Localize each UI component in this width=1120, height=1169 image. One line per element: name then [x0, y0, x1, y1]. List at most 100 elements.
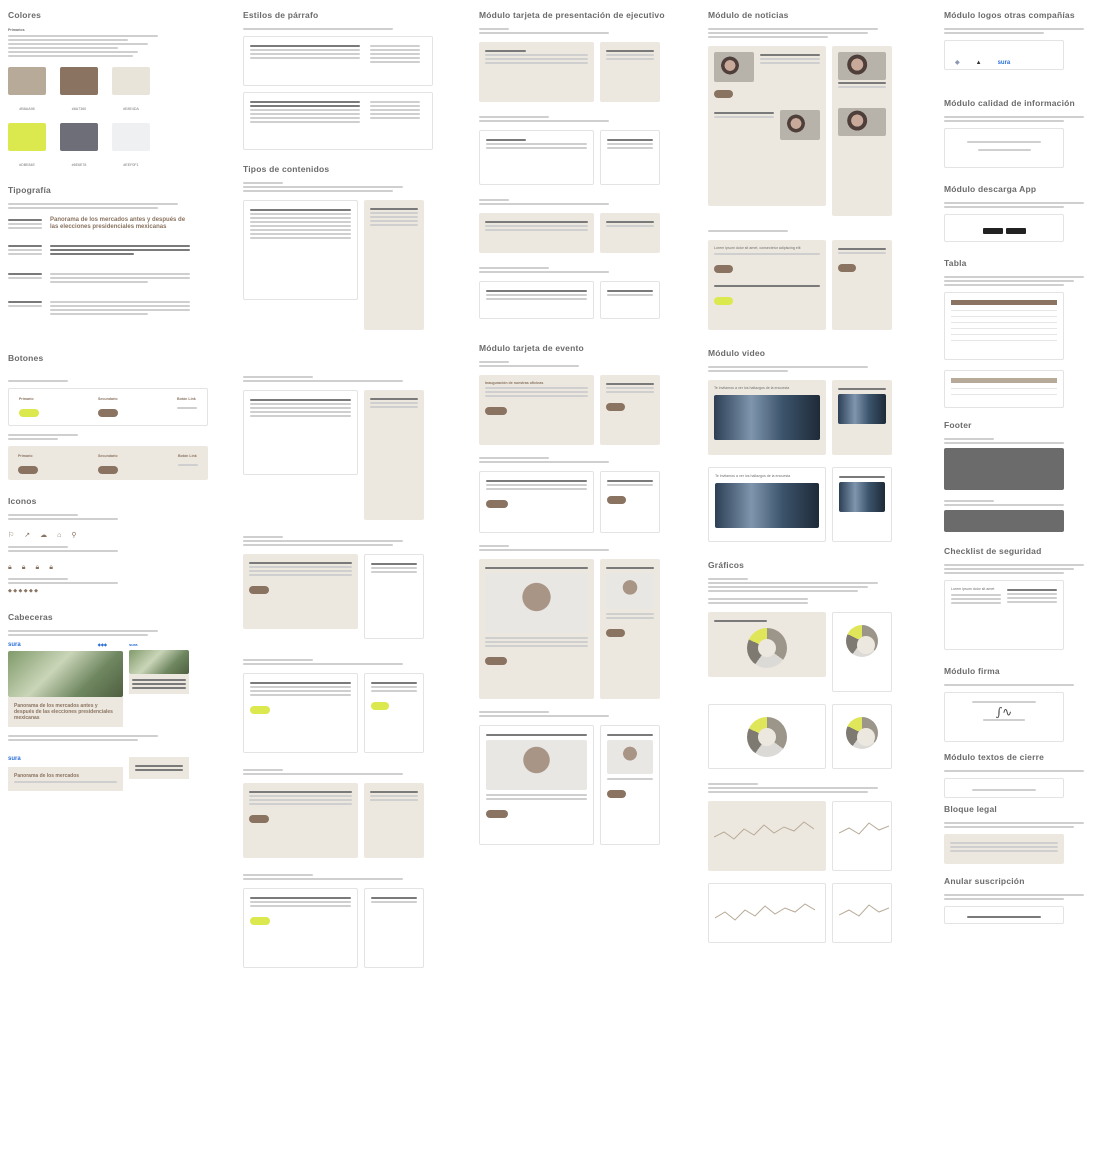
color-swatch — [60, 123, 98, 152]
line-chart — [714, 903, 816, 921]
event-button[interactable] — [606, 629, 625, 637]
swatch-label: #E8E4DA — [123, 107, 139, 112]
lock-icon: 🔒︎ — [35, 564, 40, 572]
news-button[interactable] — [714, 90, 733, 98]
boton-primario-label: Primario — [18, 454, 33, 459]
section-title-checklist: Checklist de seguridad — [944, 546, 1042, 556]
lock-icon: ⌂ — [57, 532, 62, 540]
event-button[interactable] — [607, 790, 626, 798]
sura-logo: sura — [997, 60, 1011, 66]
event-button[interactable] — [486, 810, 508, 818]
column-cards: Módulo tarjeta de presentación de ejecut… — [479, 0, 669, 1169]
news-button[interactable] — [714, 265, 733, 274]
section-title-colores: Colores — [8, 10, 42, 20]
sura-logo: sura — [129, 642, 138, 648]
section-title-tipografia: Tipografía — [8, 185, 51, 196]
section-title-graficos: Gráficos — [708, 560, 745, 570]
donut-chart — [747, 628, 787, 668]
section-title-tarjeta-evento: Módulo tarjeta de evento — [479, 343, 584, 353]
card-button[interactable] — [250, 917, 270, 925]
table-sample — [944, 370, 1064, 408]
section-title-textos-cierre: Módulo textos de cierre — [944, 752, 1045, 762]
sura-logo: sura — [8, 756, 21, 763]
news-button[interactable] — [714, 297, 733, 306]
event-button[interactable] — [485, 407, 507, 415]
section-title-calidad: Módulo calidad de información — [944, 98, 1075, 108]
section-title-video: Módulo video — [708, 348, 766, 358]
card-button[interactable] — [250, 706, 270, 714]
donut-chart — [846, 717, 878, 749]
lock-icon: 🔒︎ — [21, 564, 26, 572]
color-swatch — [112, 67, 150, 96]
event-button[interactable] — [607, 496, 626, 504]
color-swatch — [8, 123, 46, 152]
secondary-button-sample[interactable] — [98, 409, 118, 418]
primary-button-sample[interactable] — [18, 466, 38, 475]
boton-link-label: Botón Link — [177, 397, 196, 402]
section-title-bloque-legal: Bloque legal — [944, 804, 997, 814]
header-sample-small: sura — [129, 642, 189, 727]
section-title-tarjeta-ejecutivo: Módulo tarjeta de presentación de ejecut… — [479, 10, 665, 20]
column-content-types: Estilos de párrafo Tipos de contenidos — [243, 0, 433, 1169]
section-title-descarga: Módulo descarga App — [944, 184, 1037, 194]
column-brand-basics: Colores Primarios #B8AA98 #8A7360 #E8E4DA … — [8, 0, 208, 1169]
chart-icon: ↗ — [24, 532, 31, 540]
swatch-label: #8A7360 — [71, 107, 87, 112]
event-button[interactable] — [606, 403, 625, 411]
column-news-video-charts: Módulo de noticias Lorem ipsum dolor sit… — [708, 0, 908, 1169]
section-title-tabla: Tabla — [944, 258, 967, 268]
flag-icon: ⚐ — [8, 532, 15, 540]
event-button[interactable] — [485, 657, 507, 665]
card-button[interactable] — [371, 702, 389, 710]
google-play-badge[interactable] — [1005, 228, 1026, 234]
news-button[interactable] — [838, 264, 856, 272]
boton-link-label: Botón Link — [178, 454, 197, 459]
cabecera-title: Panorama de los mercados antes y después… — [14, 703, 113, 722]
app-store-badge[interactable] — [982, 228, 1003, 234]
event-button[interactable] — [486, 500, 508, 508]
line-chart — [713, 821, 815, 840]
color-swatch — [8, 67, 46, 96]
cloud-icon: ☁ — [40, 532, 48, 540]
card-button[interactable] — [249, 815, 269, 823]
section-title-iconos: Iconos — [8, 496, 37, 507]
section-title-estilos-parrafo: Estilos de párrafo — [243, 10, 319, 20]
column-misc-modules: Módulo logos otras compañías ◆ ▲ sura Módu… — [944, 0, 1120, 1169]
section-title-noticias: Módulo de noticias — [708, 10, 789, 20]
swatch-label: #DBE84E — [19, 163, 35, 168]
donut-chart — [846, 625, 878, 657]
user-icon: ⚲ — [71, 532, 77, 540]
swatch-label: #EEF0F1 — [123, 163, 139, 168]
swatch-label: #6E6E78 — [71, 163, 87, 168]
color-swatch — [60, 67, 98, 96]
section-title-logos: Módulo logos otras compañías — [944, 10, 1075, 20]
boton-secundario-label: Secundario — [98, 454, 118, 459]
header-sample-large: sura ◆◆◆ Panorama de los mercados antes y… — [8, 642, 123, 728]
footer-sample — [944, 510, 1064, 532]
functional-icons: ◆ ◆ ◆ ◆ ◆ ◆ — [8, 588, 39, 595]
card-button[interactable] — [249, 586, 269, 594]
footer-sample — [944, 448, 1064, 490]
evento-title: Inauguración de nuestras oficinas — [485, 381, 544, 385]
section-title-cabeceras: Cabeceras — [8, 612, 53, 623]
checklist-item: Lorem ipsum dolor sit amet — [951, 587, 995, 591]
noticia-title: Lorem ipsum dolor sit amet, consectetur … — [714, 246, 801, 250]
color-swatch — [112, 123, 150, 152]
section-title-firma: Módulo firma — [944, 666, 1000, 676]
boton-primario-label: Primario — [19, 397, 34, 402]
signature: ∫∿ — [995, 705, 1013, 719]
table-sample — [944, 292, 1064, 360]
lock-icon: 🔒︎ — [49, 564, 53, 572]
swatch-label: #B8AA98 — [19, 107, 35, 112]
line-chart — [838, 822, 890, 835]
section-title-tipos-contenidos: Tipos de contenidos — [243, 164, 330, 174]
section-title-botones: Botones — [8, 353, 44, 364]
secondary-button-sample[interactable] — [98, 466, 118, 475]
section-title-anular: Anular suscripción — [944, 876, 1025, 886]
sura-logo: sura — [8, 642, 21, 649]
line-chart — [838, 904, 890, 917]
video-title: Te invitamos a ver los hallazgos de la e… — [714, 386, 790, 390]
colores-text: Primarios — [8, 28, 25, 32]
primary-button-sample[interactable] — [19, 409, 39, 418]
donut-chart — [747, 717, 787, 757]
